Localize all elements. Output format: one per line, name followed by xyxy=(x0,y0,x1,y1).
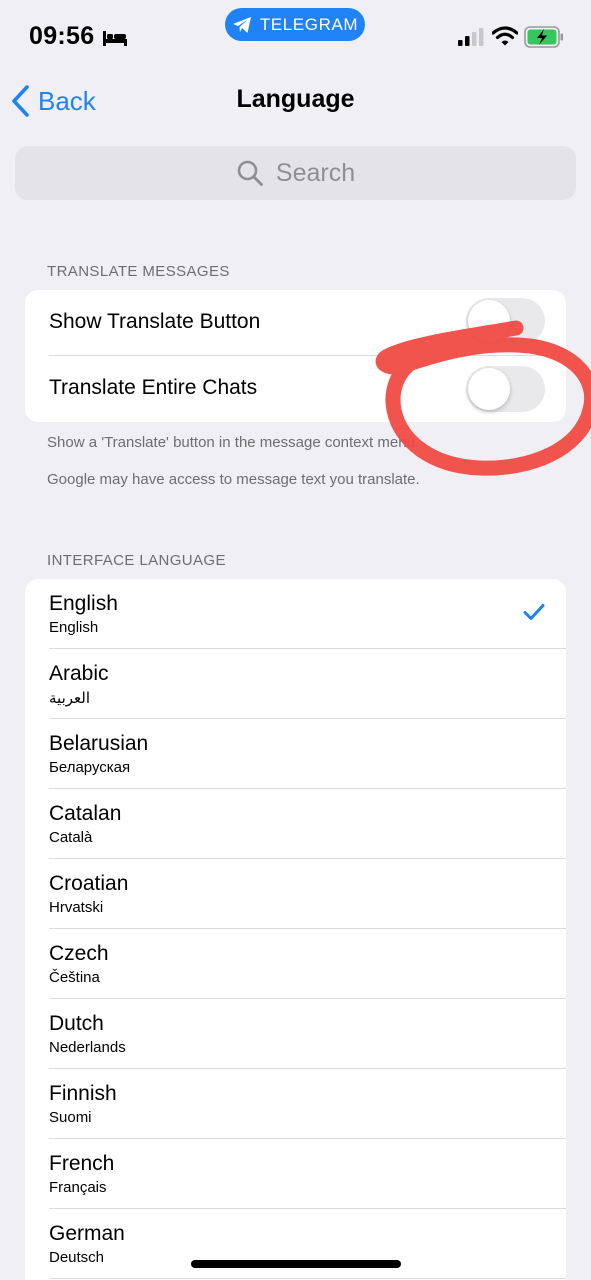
language-row-czech[interactable]: Czech Čeština xyxy=(25,929,566,999)
show-translate-button-row[interactable]: Show Translate Button xyxy=(25,290,566,356)
translate-card: Show Translate Button Translate Entire C… xyxy=(25,290,566,422)
language-row-french[interactable]: French Français xyxy=(25,1139,566,1209)
checkmark-icon xyxy=(523,604,545,620)
translate-entire-chats-row[interactable]: Translate Entire Chats xyxy=(25,356,566,422)
language-native-name: Français xyxy=(49,1179,107,1196)
translate-entire-chats-label: Translate Entire Chats xyxy=(49,376,258,399)
language-native-name: Nederlands xyxy=(49,1039,126,1056)
status-time: 09:56 xyxy=(29,22,95,50)
toggle-knob xyxy=(468,300,510,342)
language-native-name: Čeština xyxy=(49,969,100,986)
language-name: Catalan xyxy=(49,802,122,825)
telegram-pill-label: TELEGRAM xyxy=(259,14,359,34)
translate-footer-privacy: Google may have access to message text y… xyxy=(47,471,420,488)
signal-icon xyxy=(458,28,484,46)
row-divider xyxy=(49,1278,566,1279)
language-name: Czech xyxy=(49,942,109,965)
wifi-icon xyxy=(492,26,518,46)
language-native-name: العربية xyxy=(49,690,90,707)
translate-footer-description: Show a 'Translate' button in the message… xyxy=(47,434,420,451)
search-icon xyxy=(237,160,263,186)
show-translate-button-label: Show Translate Button xyxy=(49,310,261,333)
language-name: English xyxy=(49,592,118,615)
language-native-name: Suomi xyxy=(49,1109,92,1126)
language-row-german[interactable]: German Deutsch xyxy=(25,1209,566,1279)
language-native-name: English xyxy=(49,619,99,636)
telegram-icon xyxy=(232,16,251,33)
language-list: English English Arabic العربية Belarusia… xyxy=(25,579,566,1280)
translate-section-header: TRANSLATE MESSAGES xyxy=(47,263,230,280)
language-settings-screen: 09:56 TELEGRAM Back Language Search TRAN… xyxy=(0,0,591,1280)
language-name: Dutch xyxy=(49,1012,104,1035)
language-row-english[interactable]: English English xyxy=(25,579,566,649)
home-indicator[interactable] xyxy=(191,1260,401,1268)
language-name: Croatian xyxy=(49,872,129,895)
telegram-pill[interactable]: TELEGRAM xyxy=(225,8,365,41)
battery-charging-icon xyxy=(524,26,563,48)
language-row-arabic[interactable]: Arabic العربية xyxy=(25,649,566,719)
language-row-finnish[interactable]: Finnish Suomi xyxy=(25,1069,566,1139)
search-input[interactable]: Search xyxy=(15,146,576,200)
toggle-knob xyxy=(468,368,510,410)
language-native-name: Deutsch xyxy=(49,1249,105,1266)
page-title: Language xyxy=(236,85,355,113)
language-row-dutch[interactable]: Dutch Nederlands xyxy=(25,999,566,1069)
language-row-catalan[interactable]: Catalan Català xyxy=(25,789,566,859)
status-bar: 09:56 TELEGRAM xyxy=(0,0,591,72)
language-native-name: Català xyxy=(49,829,93,846)
language-name: German xyxy=(49,1222,125,1245)
language-name: Belarusian xyxy=(49,732,149,755)
language-name: Finnish xyxy=(49,1082,117,1105)
language-row-croatian[interactable]: Croatian Hrvatski xyxy=(25,859,566,929)
language-row-belarusian[interactable]: Belarusian Беларуская xyxy=(25,719,566,789)
interface-language-header: INTERFACE LANGUAGE xyxy=(47,552,226,569)
bed-icon xyxy=(103,31,127,46)
language-native-name: Hrvatski xyxy=(49,899,104,916)
search-placeholder: Search xyxy=(275,158,356,187)
show-translate-button-toggle[interactable] xyxy=(466,298,545,344)
language-native-name: Беларуская xyxy=(49,759,131,776)
translate-entire-chats-toggle[interactable] xyxy=(466,366,545,412)
language-name: Arabic xyxy=(49,662,109,685)
language-name: French xyxy=(49,1152,115,1175)
